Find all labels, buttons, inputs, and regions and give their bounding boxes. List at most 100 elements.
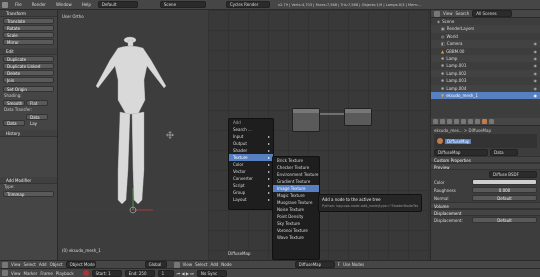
add-menu-shader[interactable]: Shader ▸: [229, 147, 273, 154]
record-icon[interactable]: [82, 270, 89, 276]
object-menu[interactable]: Object: [50, 262, 63, 267]
add-menu-search[interactable]: Search ...: [229, 126, 273, 133]
data-tab-icon[interactable]: [475, 119, 480, 124]
normal-field[interactable]: Default: [472, 195, 537, 201]
use-nodes-checkbox[interactable]: Use Nodes: [343, 262, 364, 267]
outliner-row[interactable]: ✺ Lamp.003 ◉: [431, 77, 540, 84]
eye-icon[interactable]: ◉: [534, 40, 538, 47]
add-menu-button[interactable]: Add: [39, 262, 47, 267]
displacement-header[interactable]: Displacement: [431, 209, 540, 216]
render-engine-selector[interactable]: Cycles Render: [225, 1, 270, 8]
outliner-row[interactable]: ✺ Lamp.002 ◉: [431, 69, 540, 78]
end-frame-field[interactable]: End: 250: [124, 269, 155, 277]
outliner-editor-icon[interactable]: [434, 10, 440, 17]
menu-help[interactable]: Help: [79, 2, 94, 7]
data-link-selector[interactable]: Data: [490, 148, 518, 156]
3d-view-editor-icon[interactable]: [2, 261, 8, 268]
point-density-item[interactable]: Point Density: [273, 213, 319, 220]
translate-button[interactable]: Translate: [3, 18, 54, 24]
outliner-filter[interactable]: All Scenes: [472, 10, 513, 17]
duplicate-button[interactable]: Duplicate: [3, 56, 54, 62]
flat-button[interactable]: Flat: [26, 100, 48, 106]
node-editor[interactable]: DiffuseMap Add Search ... Input ▸ Output ▸…: [208, 10, 430, 260]
set-origin-button[interactable]: Set Origin: [3, 86, 54, 92]
smooth-button[interactable]: Smooth: [3, 100, 25, 106]
roughness-field[interactable]: 0.000: [472, 187, 537, 193]
timeline-marker-menu[interactable]: Marker: [24, 271, 38, 276]
eye-icon[interactable]: ◉: [534, 92, 538, 99]
eye-icon[interactable]: ◉: [534, 55, 538, 62]
custom-properties-header[interactable]: Custom Properties: [431, 156, 540, 163]
shader-selector[interactable]: Diffuse BSDF: [489, 170, 537, 178]
delete-button[interactable]: Delete: [3, 70, 54, 76]
outliner-row[interactable]: ✺ Lamp ◉: [431, 54, 540, 63]
menu-window[interactable]: Window: [53, 2, 75, 7]
image-texture-item[interactable]: Image Texture: [273, 185, 319, 192]
outliner-row[interactable]: ✺ Lamp.004 ◉: [431, 84, 540, 92]
join-button[interactable]: Join: [3, 77, 54, 83]
data-layout-button[interactable]: Data Lay: [26, 114, 48, 126]
brick-texture-item[interactable]: Brick Texture: [273, 157, 319, 164]
displacement-field[interactable]: Default: [472, 217, 537, 223]
sky-texture-item[interactable]: Sky Texture: [273, 220, 319, 227]
history-panel-header[interactable]: History: [0, 130, 57, 137]
timeline-editor-icon[interactable]: [2, 270, 8, 276]
object-tab-icon[interactable]: [461, 119, 466, 124]
eye-icon[interactable]: ◉: [534, 70, 538, 77]
outliner-row-selected[interactable]: ▼ eksudo_mesh_1 ◉: [431, 91, 540, 100]
transform-panel-header[interactable]: Transform: [0, 10, 57, 17]
material-field[interactable]: DiffuseMap: [434, 148, 488, 156]
add-menu-color[interactable]: Color ▸: [229, 161, 273, 168]
node-menu[interactable]: Node: [221, 262, 231, 267]
timeline-frame-menu[interactable]: Frame: [40, 271, 52, 276]
outliner-row[interactable]: ✺ Lamp.001 ◉: [431, 62, 540, 69]
gradient-texture-item[interactable]: Gradient Texture: [273, 178, 319, 185]
layout-selector[interactable]: Default: [97, 1, 138, 8]
outliner-row[interactable]: ◈ Scene: [431, 18, 540, 25]
pivot-selector[interactable]: Global: [144, 261, 167, 268]
menu-file[interactable]: File: [12, 2, 25, 7]
add-menu-converter[interactable]: Converter ▸: [229, 175, 273, 182]
checker-texture-item[interactable]: Checker Texture: [273, 164, 319, 171]
timeline-playback-menu[interactable]: Playback: [56, 271, 74, 276]
add-menu-layout[interactable]: Layout ▸: [229, 196, 273, 203]
select-menu[interactable]: Select: [24, 262, 36, 267]
add-menu-group[interactable]: Group ▸: [229, 189, 273, 196]
sync-selector[interactable]: No Sync: [196, 269, 227, 277]
node-add-menu[interactable]: Add: [210, 262, 218, 267]
voronoi-texture-item[interactable]: Voronoi Texture: [273, 227, 319, 234]
outliner-row[interactable]: ◧ Camera ◉: [431, 40, 540, 48]
scene-tab-icon[interactable]: [447, 119, 452, 124]
texture-tab-icon[interactable]: [489, 119, 494, 124]
noise-texture-item[interactable]: Noise Texture: [273, 206, 319, 213]
add-menu-script[interactable]: Script ▸: [229, 182, 273, 189]
environment-texture-item[interactable]: Environment Texture: [273, 171, 319, 178]
outliner-search-menu[interactable]: Search: [456, 11, 470, 16]
eye-icon[interactable]: ◉: [534, 77, 538, 84]
node-view-menu[interactable]: View: [183, 262, 193, 267]
eye-icon[interactable]: ◉: [534, 62, 538, 69]
scale-button[interactable]: Scale: [3, 32, 54, 38]
color-swatch[interactable]: [472, 179, 537, 185]
preview-header[interactable]: Preview: [431, 163, 540, 170]
add-menu-input[interactable]: Input ▸: [229, 133, 273, 140]
edit-panel-header[interactable]: Edit: [0, 48, 57, 55]
play-controls-icon[interactable]: ⏮ ◀ ▶ ⏭: [177, 271, 194, 276]
modifier-tab-icon[interactable]: [468, 119, 473, 124]
eye-icon[interactable]: ◉: [534, 85, 538, 92]
volume-header[interactable]: Volume: [431, 202, 540, 209]
rotate-button[interactable]: Rotate: [3, 25, 54, 31]
node-select-menu[interactable]: Select: [195, 262, 207, 267]
scene-selector[interactable]: Scene: [159, 1, 206, 8]
view-menu[interactable]: View: [11, 262, 21, 267]
mode-selector[interactable]: Object Mode: [65, 261, 96, 268]
material-slot-list[interactable]: DiffuseMap: [434, 134, 537, 148]
render-tab-icon[interactable]: [433, 119, 438, 124]
menu-render[interactable]: Render: [29, 2, 49, 7]
add-menu-texture[interactable]: Texture ▸: [229, 154, 273, 161]
musgrave-texture-item[interactable]: Musgrave Texture: [273, 199, 319, 206]
eye-icon[interactable]: ◉: [534, 48, 538, 55]
wave-texture-item[interactable]: Wave Texture: [273, 234, 319, 241]
material-tab-icon[interactable]: [482, 119, 487, 124]
outliner-view-menu[interactable]: View: [443, 11, 453, 16]
